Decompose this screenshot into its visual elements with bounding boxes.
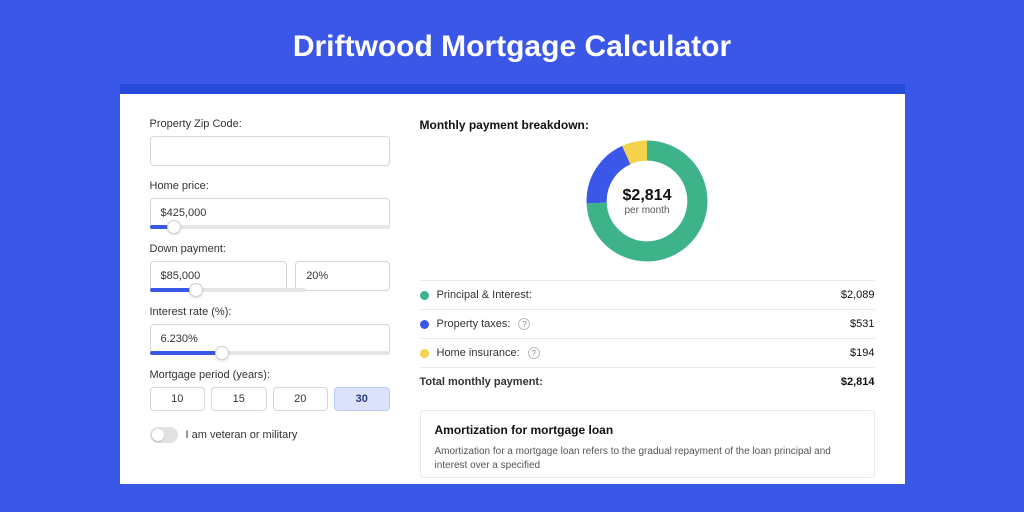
veteran-label: I am veteran or military <box>186 429 298 441</box>
veteran-row: I am veteran or military <box>150 427 390 443</box>
mortgage-period-label: Mortgage period (years): <box>150 369 390 381</box>
veteran-toggle[interactable] <box>150 427 178 443</box>
zip-code-label: Property Zip Code: <box>150 118 390 130</box>
down-payment-label: Down payment: <box>150 243 390 255</box>
legend-value-insurance: $194 <box>850 347 874 359</box>
down-payment-percent-input[interactable] <box>295 261 389 291</box>
legend-label-taxes: Property taxes: <box>437 318 511 330</box>
results-column: Monthly payment breakdown: $2,814 per mo… <box>420 118 875 474</box>
legend-label-insurance: Home insurance: <box>437 347 520 359</box>
donut-center-period: per month <box>624 205 669 216</box>
period-option-15[interactable]: 15 <box>211 387 267 411</box>
interest-rate-slider[interactable] <box>150 351 390 355</box>
legend-row-total: Total monthly payment: $2,814 <box>420 367 875 396</box>
down-payment-amount-input[interactable] <box>150 261 288 291</box>
mortgage-period-group: Mortgage period (years): 10 15 20 30 <box>150 369 390 411</box>
legend-row-principal: Principal & Interest: $2,089 <box>420 280 875 309</box>
info-icon[interactable]: ? <box>528 347 540 359</box>
donut-center: $2,814 per month <box>584 138 710 264</box>
breakdown-heading: Monthly payment breakdown: <box>420 118 875 132</box>
page-title: Driftwood Mortgage Calculator <box>293 30 731 64</box>
interest-rate-input[interactable] <box>150 324 390 354</box>
home-price-slider[interactable] <box>150 225 390 229</box>
legend-label-total: Total monthly payment: <box>420 376 543 388</box>
home-price-group: Home price: <box>150 180 390 229</box>
amortization-body: Amortization for a mortgage loan refers … <box>435 445 860 473</box>
donut-center-amount: $2,814 <box>623 187 672 205</box>
legend-value-principal: $2,089 <box>841 289 875 301</box>
zip-code-input[interactable] <box>150 136 390 166</box>
legend-value-total: $2,814 <box>841 376 875 388</box>
legend-dot-blue <box>420 320 429 329</box>
inputs-column: Property Zip Code: Home price: Down paym… <box>150 118 390 474</box>
legend-label-principal: Principal & Interest: <box>437 289 532 301</box>
period-option-10[interactable]: 10 <box>150 387 206 411</box>
amortization-box: Amortization for mortgage loan Amortizat… <box>420 410 875 478</box>
period-option-30[interactable]: 30 <box>334 387 390 411</box>
interest-rate-label: Interest rate (%): <box>150 306 390 318</box>
legend-value-taxes: $531 <box>850 318 874 330</box>
mortgage-period-options: 10 15 20 30 <box>150 387 390 411</box>
down-payment-group: Down payment: <box>150 243 390 292</box>
zip-code-group: Property Zip Code: <box>150 118 390 166</box>
home-price-label: Home price: <box>150 180 390 192</box>
legend-dot-green <box>420 291 429 300</box>
period-option-20[interactable]: 20 <box>273 387 329 411</box>
legend-dot-yellow <box>420 349 429 358</box>
donut-chart: $2,814 per month <box>420 138 875 264</box>
down-payment-slider[interactable] <box>150 288 306 292</box>
interest-rate-group: Interest rate (%): <box>150 306 390 355</box>
amortization-title: Amortization for mortgage loan <box>435 423 860 437</box>
legend-row-taxes: Property taxes: ? $531 <box>420 309 875 338</box>
calculator-card: Property Zip Code: Home price: Down paym… <box>120 84 905 484</box>
home-price-input[interactable] <box>150 198 390 228</box>
legend-row-insurance: Home insurance: ? $194 <box>420 338 875 367</box>
info-icon[interactable]: ? <box>518 318 530 330</box>
